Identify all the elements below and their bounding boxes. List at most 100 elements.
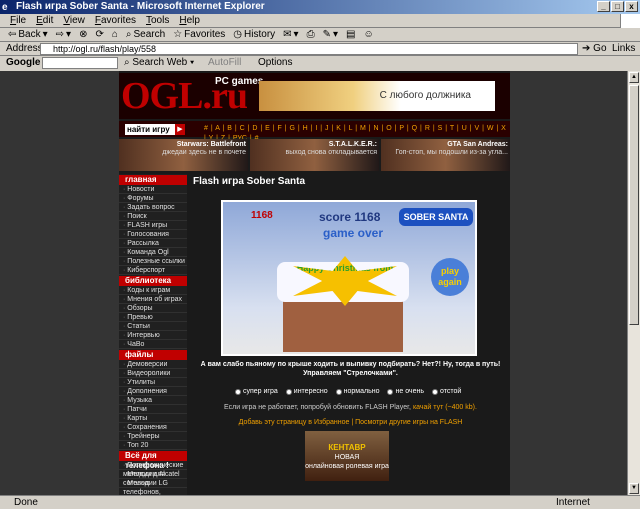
game-description: А вам слабо пьяному по крыше ходить и вы… [200,361,501,377]
sidebar-item[interactable]: Новости [119,185,187,194]
address-label: Address [6,43,43,54]
sidebar-item[interactable]: Карты [119,414,187,423]
sidebar-section: библиотека [119,276,187,286]
stop-icon: ⊗ [79,28,88,40]
sidebar-item[interactable]: Мелодии Alcatel [119,470,187,479]
edit-button[interactable]: ✎ ▾ [323,28,338,41]
header-banner[interactable]: С любого должника [259,81,495,111]
refresh-icon: ⟳ [95,28,104,40]
autofill-button[interactable]: AutoFill [208,56,241,70]
stop-button[interactable]: ⊗ [79,28,87,41]
sidebar-item[interactable]: Мелодии LG [119,479,187,488]
sidebar-item[interactable]: Статьи [119,322,187,331]
sidebar-item[interactable]: Сохранения [119,423,187,432]
home-button[interactable]: ⌂ [112,28,118,41]
sidebar-item[interactable]: Интервью [119,331,187,340]
links-button[interactable]: Links [612,42,635,56]
home-icon: ⌂ [111,28,118,40]
flash-download-link[interactable]: качай тут (~400 kb). [413,404,477,411]
rating-bad[interactable]: не очень [387,388,424,395]
ie-icon: e [2,2,8,13]
logo-subtitle: PC games [215,76,264,87]
scroll-thumb[interactable] [629,85,639,325]
sidebar-item[interactable]: Полезные ссылки [119,257,187,266]
sidebar-item[interactable]: Демоверсии [119,360,187,369]
security-zone: Internet [556,497,590,508]
menu-help[interactable]: Help [179,14,200,27]
sidebar-item[interactable]: Коды к играм [119,286,187,295]
menu-tools[interactable]: Tools [146,14,169,27]
sidebar-item[interactable]: Трейнеры [119,432,187,441]
promo-stalker[interactable]: S.T.A.L.K.E.R.: выход снова откладывается [250,139,379,171]
rating-super[interactable]: супер игра [235,388,278,395]
rating-options: супер игра интересно нормально не очень … [235,388,461,395]
game-search-button[interactable]: ▶ [175,124,185,135]
menu-view[interactable]: View [63,14,85,27]
sidebar-item[interactable]: Мнения об играх [119,295,187,304]
window-title: Flash игра Sober Santa - Microsoft Inter… [16,1,265,12]
scroll-up-icon[interactable]: ▲ [629,72,639,83]
forward-arrow-icon: ⇨ [55,28,65,40]
sidebar-item[interactable]: Полифонические мелодии для сотовых телеф… [119,461,187,495]
back-arrow-icon: ⇦ [8,28,17,40]
rating-awful[interactable]: отстой [431,388,461,395]
sidebar-item[interactable]: Превью [119,313,187,322]
sidebar-item[interactable]: Задать вопрос [119,203,187,212]
go-button[interactable]: ➔ Go [582,42,607,56]
scroll-down-icon[interactable]: ▼ [629,483,639,494]
google-logo[interactable]: Google [6,56,40,70]
messenger-button[interactable]: ☺ [363,28,373,41]
sidebar-item[interactable]: Киберспорт [119,266,187,275]
sidebar-item[interactable]: FLASH игры [119,221,187,230]
sidebar-item[interactable]: Команда Ogl [119,248,187,257]
maximize-button[interactable]: □ [611,1,624,12]
sidebar-item[interactable]: ЧаВо [119,340,187,349]
address-input[interactable]: http://ogl.ru/flash/play/558 [40,43,578,55]
back-button[interactable]: ⇦ Back ▾ [8,28,48,41]
favorite-links[interactable]: Добавь эту страницу в Избранное | Посмот… [191,419,510,426]
favorites-button[interactable]: ☆ Favorites [173,28,225,41]
search-web-button[interactable]: ⌕ Search Web ▾ [124,56,194,70]
history-button[interactable]: ◷ History [233,28,275,41]
discuss-icon: ▤ [346,28,356,40]
edit-icon: ✎ [322,28,331,40]
google-search-input[interactable] [42,57,118,69]
mail-icon: ✉ [283,28,292,40]
title-bar: e Flash игра Sober Santa - Microsoft Int… [0,0,640,14]
sidebar-item[interactable]: Патчи [119,405,187,414]
discuss-button[interactable]: ▤ [346,28,355,41]
sidebar-item[interactable]: Топ 20 [119,441,187,450]
rating-interesting[interactable]: интересно [285,388,328,395]
sidebar-item[interactable]: Музыка [119,396,187,405]
options-button[interactable]: Options [258,56,292,70]
close-button[interactable]: x [625,1,638,12]
flash-game[interactable]: 1168 score 1168 game over SOBER SANTA Ha… [221,200,477,356]
sidebar-item[interactable]: Дополнения [119,387,187,396]
print-button[interactable]: ⎙ [307,28,315,41]
menu-favorites[interactable]: Favorites [95,14,136,27]
minimize-button[interactable]: _ [597,1,610,12]
kentavr-ad[interactable]: КЕНТАВР НОВАЯ онлайновая ролевая игра [305,431,389,481]
sidebar-item[interactable]: Видеоролики [119,369,187,378]
menu-file[interactable]: File [10,14,26,27]
sidebar-item[interactable]: Обзоры [119,304,187,313]
sidebar-item[interactable]: Поиск [119,212,187,221]
address-bar: Address http://ogl.ru/flash/play/558 ➔ G… [0,42,640,56]
sidebar-item[interactable]: Утилиты [119,378,187,387]
rating-normal[interactable]: нормально [335,388,379,395]
search-button[interactable]: ⌕ Search [126,28,165,41]
menu-edit[interactable]: Edit [36,14,53,27]
forward-button[interactable]: ⇨ ▾ [56,28,71,41]
sidebar-item[interactable]: Голосования [119,230,187,239]
game-search-input[interactable]: найти игру [125,124,175,135]
sidebar-item[interactable]: Форумы [119,194,187,203]
play-again-button[interactable]: play again [431,258,469,296]
promo-starwars[interactable]: Starwars: Battlefront джедаи здесь не в п… [119,139,248,171]
game-score: score 1168 [319,210,381,224]
mail-button[interactable]: ✉ ▾ [283,28,298,41]
refresh-button[interactable]: ⟳ [95,28,103,41]
vertical-scrollbar[interactable]: ▲ ▼ [627,71,640,495]
sidebar-item[interactable]: Рассылка [119,239,187,248]
promo-gta[interactable]: GTA San Andreas: Гоп-стоп, мы подошли из-… [381,139,510,171]
site-header: OGL.ru PC games С любого должника [119,73,510,119]
